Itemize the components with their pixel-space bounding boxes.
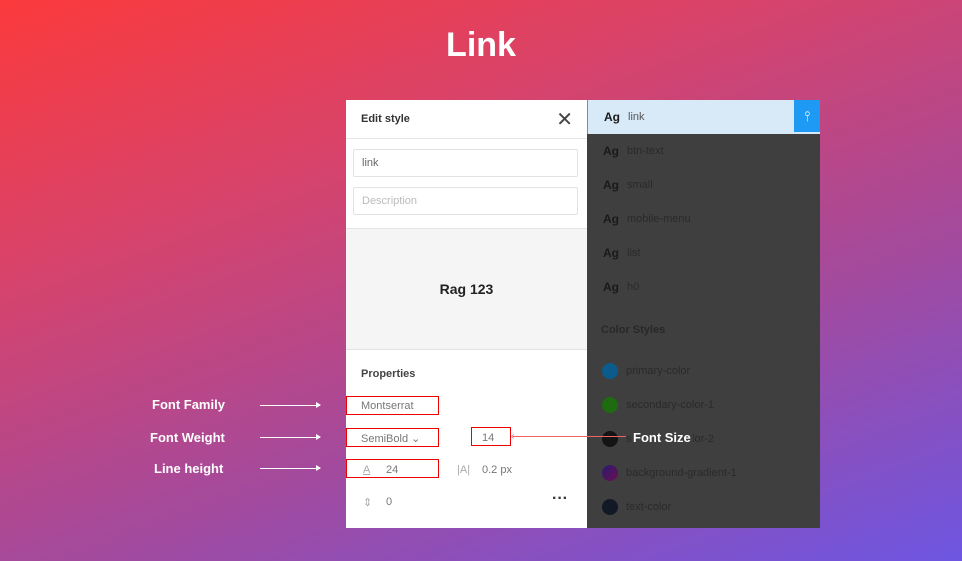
style-sample: Ag <box>603 144 619 158</box>
panel-header: Edit style ✕ <box>346 100 587 139</box>
paragraph-spacing-input[interactable]: 0 <box>386 496 392 508</box>
text-style-item[interactable]: Ag link ⫯ <box>587 100 820 134</box>
style-name: list <box>627 247 641 259</box>
style-name: link <box>628 111 645 123</box>
style-name: h0 <box>627 281 640 293</box>
color-style-item[interactable]: background-gradient-1 <box>587 456 820 490</box>
style-name-input[interactable] <box>353 149 578 177</box>
color-styles-heading: Color Styles <box>601 324 666 336</box>
line-height-annotation: Line height <box>154 461 224 476</box>
text-style-item[interactable]: Ag btn-text <box>587 134 820 168</box>
text-style-item[interactable]: Ag mobile-menu <box>587 202 820 236</box>
arrow-right-icon <box>260 465 321 471</box>
arrow-right-icon <box>260 434 321 440</box>
color-swatch <box>602 499 618 515</box>
color-swatch <box>602 465 618 481</box>
letter-spacing-icon: |A| <box>457 464 471 476</box>
panel-title: Edit style <box>361 113 410 125</box>
font-family-annotation: Font Family <box>152 397 225 412</box>
color-name: text-color <box>626 501 672 513</box>
style-sample: Ag <box>604 110 620 124</box>
paragraph-spacing-icon: ⇕ <box>363 497 373 509</box>
color-name: secondary-color-1 <box>626 399 715 411</box>
text-style-item[interactable]: Ag list <box>587 236 820 270</box>
arrow-right-icon <box>260 402 321 408</box>
text-style-item[interactable]: Ag h0 <box>587 270 820 304</box>
description-input[interactable] <box>353 187 578 215</box>
color-name: primary-color <box>626 365 691 377</box>
color-swatch <box>602 397 618 413</box>
font-weight-annotation: Font Weight <box>150 430 225 445</box>
font-size-annotation: Font Size <box>631 430 693 445</box>
color-style-item[interactable]: text-color <box>587 490 820 524</box>
text-style-item[interactable]: Ag small <box>587 168 820 202</box>
text-preview: Rag 123 <box>346 228 587 350</box>
style-name: small <box>627 179 653 191</box>
adjust-icon[interactable]: ⫯ <box>794 100 820 132</box>
color-swatch <box>602 363 618 379</box>
style-sample: Ag <box>603 178 619 192</box>
style-sample: Ag <box>603 212 619 226</box>
close-icon[interactable]: ✕ <box>556 107 573 132</box>
style-sample: Ag <box>603 280 619 294</box>
page-title: Link <box>446 26 516 64</box>
properties-label: Properties <box>361 368 416 380</box>
letter-spacing-input[interactable]: 0.2 px <box>482 464 512 476</box>
color-style-item[interactable]: primary-color <box>587 354 820 388</box>
font-weight-highlight <box>346 428 439 447</box>
font-family-highlight <box>346 396 439 415</box>
styles-list: Ag link ⫯ Ag btn-text Ag small Ag mobile-menu… <box>587 100 820 528</box>
style-sample: Ag <box>603 246 619 260</box>
line-height-highlight <box>346 459 439 478</box>
style-name: mobile-menu <box>627 213 691 225</box>
color-style-item[interactable]: secondary-color-1 <box>587 388 820 422</box>
style-name: btn-text <box>627 145 664 157</box>
color-style-item[interactable]: secondary-color-2 <box>587 422 820 456</box>
color-name: background-gradient-1 <box>626 467 737 479</box>
font-size-highlight <box>471 427 511 446</box>
color-swatch <box>602 431 618 447</box>
arrow-left-icon <box>513 436 626 437</box>
more-options-icon[interactable]: ··· <box>552 490 568 508</box>
arrow-head-icon: ‹ <box>511 431 515 442</box>
